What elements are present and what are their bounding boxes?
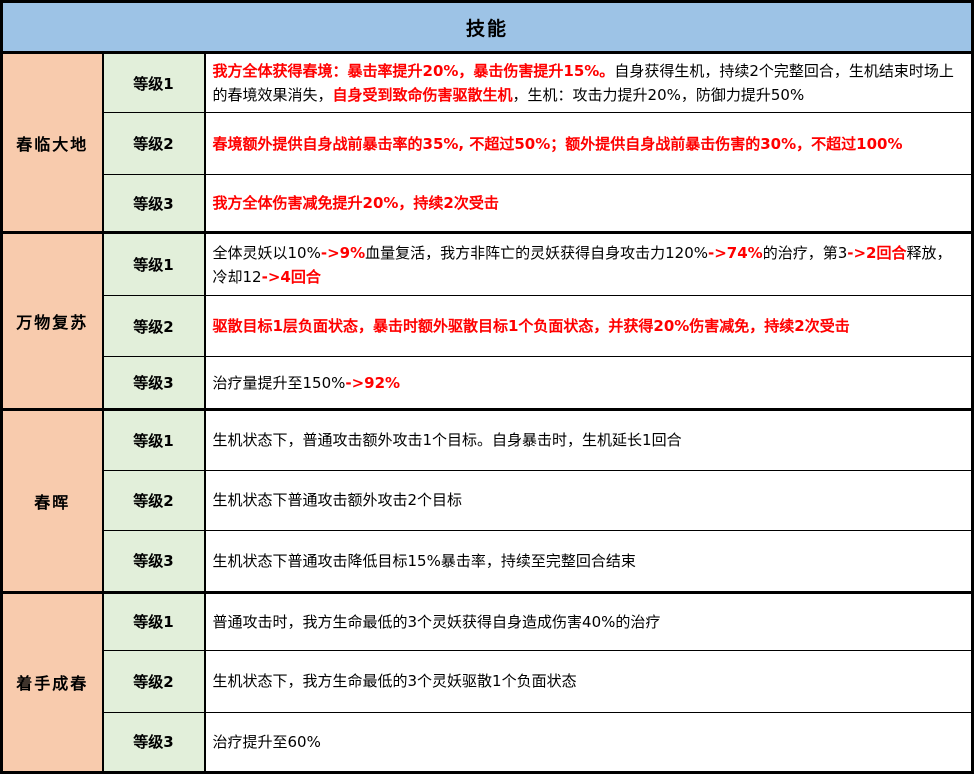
skill-name-cell: 春临大地: [1, 50, 104, 234]
description-cell: 治疗量提升至150%->92%: [204, 356, 973, 411]
description-text: 普通攻击时，我方生命最低的3个灵妖获得自身造成伤害40%的治疗: [212, 612, 661, 631]
description-highlight-text: 自身受到致命伤害驱散生机: [332, 86, 513, 105]
description-highlight-text: 我方全体伤害减免提升20%，持续2次受击: [212, 194, 499, 213]
skill-name-cell: 春晖: [1, 408, 104, 593]
description-highlight-text: ->4回合: [261, 267, 321, 286]
skill-row: 等级3 生机状态下普通攻击降低目标15%暴击率，持续至完整回合结束: [2, 529, 973, 593]
description-cell: 我方全体获得春境：暴击率提升20%，暴击伤害提升15%。自身获得生机，持续2个完…: [204, 50, 973, 114]
skill-row: 春晖 等级1 生机状态下，普通攻击额外攻击1个目标。自身暴击时，生机延长1回合: [1, 408, 973, 593]
level-cell: 等级1: [102, 590, 206, 651]
skill-row: 等级3 治疗提升至60%: [2, 711, 973, 774]
table-header-row: 技能: [0, 0, 974, 54]
description-cell: 治疗提升至60%: [204, 711, 973, 774]
skill-row: 万物复苏 等级1 全体灵妖以10%->9%血量复活，我方非阵亡的灵妖获得自身攻击力1…: [1, 231, 973, 411]
skill-row: 等级3 我方全体伤害减免提升20%，持续2次受击: [2, 174, 973, 234]
description-text: 血量复活，我方非阵亡的灵妖获得自身攻击力120%: [365, 243, 708, 262]
skill-name-cell: 万物复苏: [1, 231, 104, 411]
description-highlight-text: 驱散目标1层负面状态，暴击时额外驱散目标1个负面状态，并获得20%伤害减免，持续…: [212, 317, 850, 336]
description-cell: 春境额外提供自身战前暴击率的35%, 不超过50%；额外提供自身战前暴击伤害的3…: [204, 112, 973, 176]
description-text: 的治疗，第3: [762, 243, 848, 262]
skill-name-cell: 着手成春: [1, 590, 104, 774]
level-cell: 等级2: [102, 649, 206, 713]
description-highlight-text: 我方全体获得春境：暴击率提升20%，暴击伤害提升15%。: [212, 62, 615, 81]
level-cell: 等级1: [102, 231, 206, 297]
description-cell: 普通攻击时，我方生命最低的3个灵妖获得自身造成伤害40%的治疗: [204, 590, 973, 651]
skills-table: 技能 春临大地 等级1 我方全体获得春境：暴击率提升20%，暴击伤害提升15%。自身…: [0, 0, 974, 774]
description-text: 生机状态下，我方生命最低的3个灵妖驱散1个负面状态: [212, 672, 577, 691]
description-cell: 驱散目标1层负面状态，暴击时额外驱散目标1个负面状态，并获得20%伤害减免，持续…: [204, 295, 973, 358]
description-highlight-text: ->2回合: [847, 243, 907, 262]
level-cell: 等级2: [102, 112, 206, 176]
level-cell: 等级1: [102, 408, 206, 471]
skills-table-body: 春临大地 等级1 我方全体获得春境：暴击率提升20%，暴击伤害提升15%。自身获得生…: [1, 50, 973, 774]
skill-row: 春临大地 等级1 我方全体获得春境：暴击率提升20%，暴击伤害提升15%。自身获得生…: [1, 50, 973, 234]
description-text: 生机状态下普通攻击降低目标15%暴击率，持续至完整回合结束: [212, 551, 636, 570]
description-cell: 全体灵妖以10%->9%血量复活，我方非阵亡的灵妖获得自身攻击力120%->74…: [204, 231, 973, 297]
skill-row: 等级2 春境额外提供自身战前暴击率的35%, 不超过50%；额外提供自身战前暴击伤…: [2, 112, 973, 176]
description-cell: 生机状态下普通攻击降低目标15%暴击率，持续至完整回合结束: [204, 529, 973, 593]
level-cell: 等级3: [102, 711, 206, 774]
description-text: ，生机：攻击力提升20%，防御力提升50%: [512, 86, 805, 105]
skill-row: 着手成春 等级1 普通攻击时，我方生命最低的3个灵妖获得自身造成伤害40%的治疗: [1, 590, 973, 774]
description-cell: 生机状态下，普通攻击额外攻击1个目标。自身暴击时，生机延长1回合: [204, 408, 973, 471]
level-cell: 等级1: [102, 50, 206, 114]
description-text: 治疗提升至60%: [212, 732, 321, 751]
level-cell: 等级3: [102, 529, 206, 593]
level-cell: 等级2: [102, 295, 206, 358]
skill-row: 等级2 生机状态下普通攻击额外攻击2个目标: [2, 469, 973, 531]
description-text: 生机状态下，普通攻击额外攻击1个目标。自身暴击时，生机延长1回合: [212, 431, 682, 450]
description-cell: 生机状态下普通攻击额外攻击2个目标: [204, 469, 973, 531]
description-text: 全体灵妖以10%: [212, 243, 321, 262]
level-cell: 等级3: [102, 174, 206, 234]
skill-row: 等级3 治疗量提升至150%->92%: [2, 356, 973, 411]
skills-page: 技能 春临大地 等级1 我方全体获得春境：暴击率提升20%，暴击伤害提升15%。自身…: [0, 0, 974, 774]
level-cell: 等级2: [102, 469, 206, 531]
description-highlight-text: 春境额外提供自身战前暴击率的35%, 不超过50%；额外提供自身战前暴击伤害的3…: [212, 134, 903, 153]
description-text: 治疗量提升至150%: [212, 373, 346, 392]
description-highlight-text: ->74%: [708, 243, 763, 262]
page-title: 技能: [0, 0, 974, 54]
skill-row: 等级2 驱散目标1层负面状态，暴击时额外驱散目标1个负面状态，并获得20%伤害减免…: [2, 295, 973, 358]
skill-row: 等级2 生机状态下，我方生命最低的3个灵妖驱散1个负面状态: [2, 649, 973, 713]
description-cell: 我方全体伤害减免提升20%，持续2次受击: [204, 174, 973, 234]
description-highlight-text: ->9%: [320, 243, 366, 262]
description-highlight-text: ->92%: [345, 373, 401, 392]
description-text: 生机状态下普通攻击额外攻击2个目标: [212, 491, 463, 510]
level-cell: 等级3: [102, 356, 206, 411]
description-cell: 生机状态下，我方生命最低的3个灵妖驱散1个负面状态: [204, 649, 973, 713]
